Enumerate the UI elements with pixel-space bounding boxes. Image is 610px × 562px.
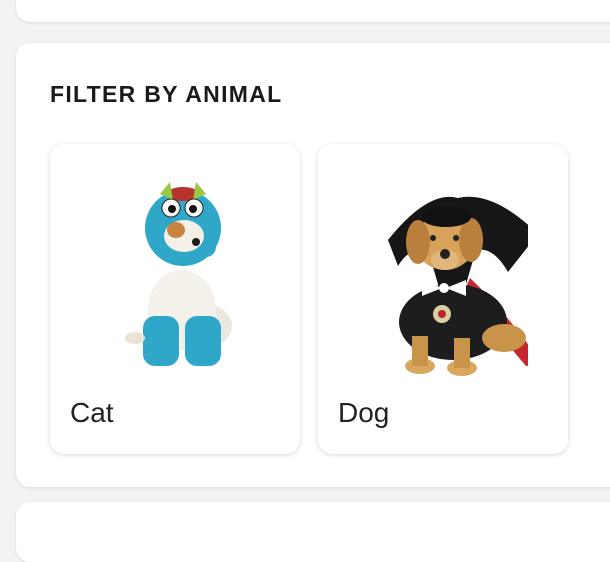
cat-costume-image xyxy=(125,182,232,366)
dog-costume-image xyxy=(388,196,528,376)
filter-by-animal-panel: FILTER BY ANIMAL Cat Dog xyxy=(16,43,610,487)
animal-card-cat[interactable]: Cat xyxy=(50,144,300,454)
animal-label-dog: Dog xyxy=(338,397,390,428)
animal-card-dog[interactable]: Dog xyxy=(318,144,568,454)
filter-heading: FILTER BY ANIMAL xyxy=(50,81,283,107)
animal-label-cat: Cat xyxy=(70,397,114,428)
next-section-card xyxy=(16,502,610,562)
previous-section-card xyxy=(16,0,610,22)
